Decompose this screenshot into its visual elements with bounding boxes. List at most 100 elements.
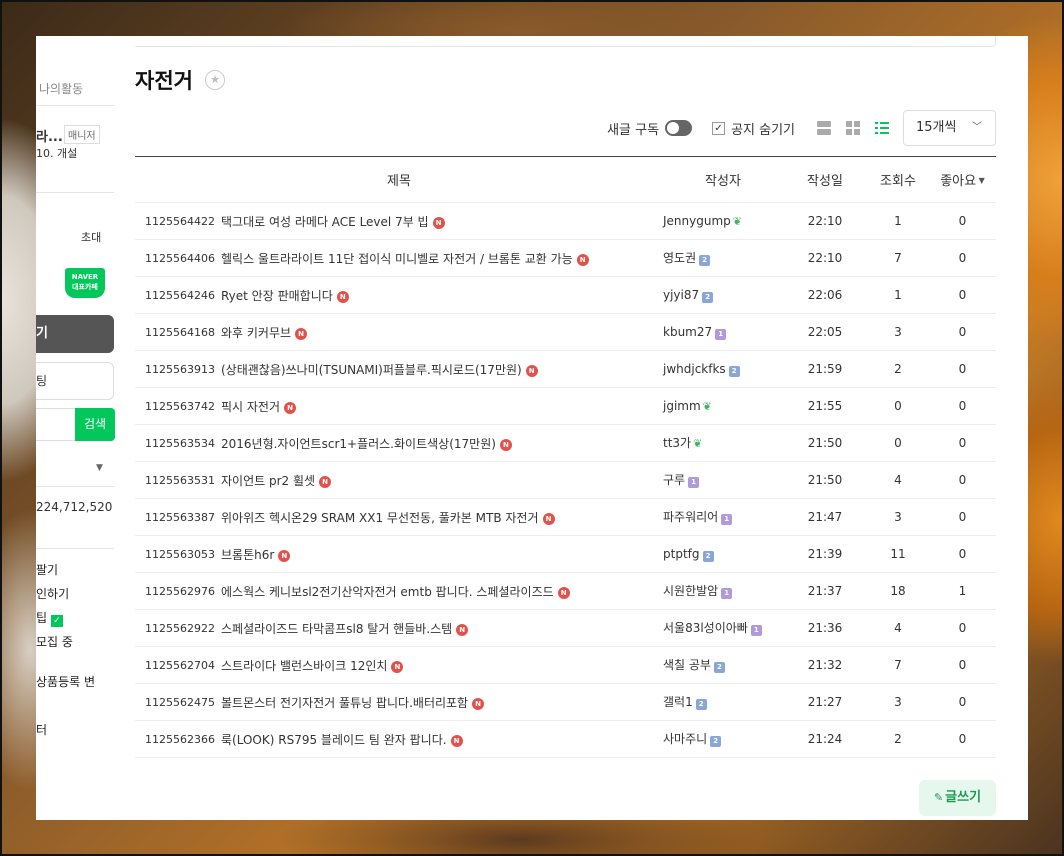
hide-notice-checkbox[interactable]: ✓ xyxy=(712,121,726,135)
post-author[interactable]: jwhdjckfks xyxy=(663,362,726,376)
post-author-cell[interactable]: ptptfg 2 xyxy=(663,535,783,573)
subscribe-toggle[interactable] xyxy=(665,120,693,136)
post-title-cell[interactable]: 와후 키커무브 N xyxy=(217,313,663,351)
post-title[interactable]: (상태괜찮음)쓰나미(TSUNAMI)퍼플블루.픽시로드(17만원) xyxy=(221,363,522,377)
table-row[interactable]: 1125563742 픽시 자전거 Njgimm ❦ 21:55 0 0 xyxy=(135,387,996,425)
cafe-search-input[interactable] xyxy=(36,408,76,441)
chevron-down-icon[interactable]: ▼ xyxy=(96,463,103,473)
table-row[interactable]: 1125562922 스페셜라이즈드 타막콤프sl8 탈거 핸들바.스템 N 서울83… xyxy=(135,609,996,647)
post-title-cell[interactable]: 볼트몬스터 전기자전거 풀튜닝 팝니다.배터리포함 N xyxy=(217,683,663,721)
post-author-cell[interactable]: 갤럭1 2 xyxy=(663,683,783,721)
cafe-chat-button[interactable]: 팅 xyxy=(36,362,114,400)
post-title[interactable]: 볼트몬스터 전기자전거 풀튜닝 팝니다.배터리포함 xyxy=(221,696,468,710)
sidebar-menu-item[interactable]: 상품등록 변 xyxy=(36,673,95,690)
invite-link[interactable]: 초대 xyxy=(81,229,101,245)
list-view-icon[interactable] xyxy=(875,121,889,135)
post-title[interactable]: 에스웍스 케니보sl2전기산악자전거 emtb 팝니다. 스페셜라이즈드 xyxy=(221,585,554,599)
post-author-cell[interactable]: Jennygump ❦ xyxy=(663,202,783,240)
post-author[interactable]: yjyi87 xyxy=(663,288,699,302)
table-row[interactable]: 1125563053 브롬톤h6r Nptptfg 2 21:39 11 0 xyxy=(135,535,996,573)
post-title[interactable]: 스트라이다 밸런스바이크 12인치 xyxy=(221,659,387,673)
post-title-cell[interactable]: 2016년형.자이언트scr1+플러스.화이트색상(17만원) N xyxy=(217,424,663,462)
post-title-cell[interactable]: 택그대로 여성 라메다 ACE Level 7부 빕N xyxy=(217,202,663,240)
post-title[interactable]: 와후 키커무브 xyxy=(221,326,291,340)
post-title-cell[interactable]: 픽시 자전거 N xyxy=(217,387,663,425)
post-author[interactable]: 색칠 공부 xyxy=(663,658,711,672)
sidebar-menu-item[interactable]: 팁 ✓ xyxy=(36,609,63,627)
post-author[interactable]: 파주워리어 xyxy=(663,510,718,524)
post-author[interactable]: kbum27 xyxy=(663,325,712,339)
post-author[interactable]: 사마주니 xyxy=(663,732,707,746)
album-view-icon[interactable] xyxy=(846,121,860,135)
table-row[interactable]: 1125564406 헬릭스 울트라라이트 11단 접이식 미니벨로 자전거 / … xyxy=(135,239,996,277)
sidebar-menu-item[interactable]: 인하기 xyxy=(36,585,69,602)
post-title[interactable]: 자이언트 pr2 휠셋 xyxy=(221,474,315,488)
post-title-cell[interactable]: 자이언트 pr2 휠셋 N xyxy=(217,461,663,499)
table-row[interactable]: 1125563531 자이언트 pr2 휠셋 N 구루 1 21:50 4 0 xyxy=(135,461,996,499)
post-title-cell[interactable]: 스페셜라이즈드 타막콤프sl8 탈거 핸들바.스템 N xyxy=(217,609,663,647)
post-title-cell[interactable]: Ryet 안장 판매합니다 N xyxy=(217,276,663,314)
sidebar-menu-item[interactable]: 터 xyxy=(36,721,47,738)
per-page-select[interactable]: 15개씩 ﹀ xyxy=(903,110,996,146)
table-row[interactable]: 1125563534 2016년형.자이언트scr1+플러스.화이트색상(17만원… xyxy=(135,424,996,462)
post-title[interactable]: 위아위즈 헥시온29 SRAM XX1 무선전동, 풀카본 MTB 자전거 xyxy=(221,511,539,525)
post-author[interactable]: 영도권 xyxy=(663,251,696,265)
post-author-cell[interactable]: 시원한발암 1 xyxy=(663,572,783,610)
table-row[interactable]: 1125564168 와후 키커무브 Nkbum27 1 22:05 3 0 xyxy=(135,313,996,351)
post-title[interactable]: 픽시 자전거 xyxy=(221,400,280,414)
table-row[interactable]: 1125564422 택그대로 여성 라메다 ACE Level 7부 빕 N Jen… xyxy=(135,202,996,240)
sidebar-menu-item[interactable]: 모집 중 xyxy=(36,633,73,650)
post-title-cell[interactable]: 스트라이다 밸런스바이크 12인치 N xyxy=(217,646,663,684)
post-author[interactable]: 서울83l성이아빠 xyxy=(663,621,748,635)
post-title-cell[interactable]: (상태괜찮음)쓰나미(TSUNAMI)퍼플블루.픽시로드(17만원) N xyxy=(217,350,663,388)
cafe-search-button[interactable]: 검색 xyxy=(75,408,115,441)
write-post-button[interactable]: ✎ 글쓰기 xyxy=(919,780,996,816)
post-author-cell[interactable]: 구루 1 xyxy=(663,461,783,499)
star-icon[interactable]: ★ xyxy=(205,70,225,90)
post-author-cell[interactable]: jwhdjckfks 2 xyxy=(663,350,783,388)
post-title[interactable]: 택그대로 여성 라메다 ACE Level 7부 빕 xyxy=(221,215,429,229)
post-title[interactable]: 룩(LOOK) RS795 블레이드 팀 완자 팝니다. xyxy=(221,733,447,747)
post-title[interactable]: 스페셜라이즈드 타막콤프sl8 탈거 핸들바.스템 xyxy=(221,622,452,636)
table-row[interactable]: 1125562475 볼트몬스터 전기자전거 풀튜닝 팝니다.배터리포함 N 갤럭1 2… xyxy=(135,683,996,721)
table-row[interactable]: 1125562366 룩(LOOK) RS795 블레이드 팀 완자 팝니다. N 사… xyxy=(135,720,996,758)
post-title-cell[interactable]: 브롬톤h6r N xyxy=(217,535,663,573)
post-author[interactable]: Jennygump xyxy=(663,214,731,228)
table-row[interactable]: 1125563387 위아위즈 헥시온29 SRAM XX1 무선전동, 풀카본 … xyxy=(135,498,996,536)
table-row[interactable]: 1125563913 (상태괜찮음)쓰나미(TSUNAMI)퍼플블루.픽시로드(1… xyxy=(135,350,996,388)
post-author-cell[interactable]: 색칠 공부 2 xyxy=(663,646,783,684)
post-author[interactable]: 시원한발암 xyxy=(663,584,718,598)
new-post-icon: N xyxy=(319,475,332,488)
post-title-cell[interactable]: 에스웍스 케니보sl2전기산악자전거 emtb 팝니다. 스페셜라이즈드 N xyxy=(217,572,663,610)
post-author[interactable]: 구루 xyxy=(663,473,685,487)
table-row[interactable]: 1125562976 에스웍스 케니보sl2전기산악자전거 emtb 팝니다. 스… xyxy=(135,572,996,610)
post-author-cell[interactable]: jgimm ❦ xyxy=(663,387,783,425)
post-author[interactable]: 갤럭1 xyxy=(663,695,693,709)
post-title[interactable]: Ryet 안장 판매합니다 xyxy=(221,289,333,303)
post-author-cell[interactable]: 서울83l성이아빠 1 xyxy=(663,609,783,647)
post-author-cell[interactable]: 영도권 2 xyxy=(663,239,783,277)
card-view-icon[interactable] xyxy=(817,121,831,135)
post-author-cell[interactable]: yjyi87 2 xyxy=(663,276,783,314)
post-author-cell[interactable]: tt3가 ❦ xyxy=(663,424,783,462)
post-author-cell[interactable]: 사마주니 2 xyxy=(663,720,783,758)
post-author[interactable]: tt3가 xyxy=(663,436,691,450)
post-title-cell[interactable]: 룩(LOOK) RS795 블레이드 팀 완자 팝니다. N xyxy=(217,720,663,758)
cafe-name[interactable]: 라... xyxy=(36,126,63,145)
hide-notice-label[interactable]: 공지 숨기기 xyxy=(731,119,795,138)
table-row[interactable]: 1125564246 Ryet 안장 판매합니다 Nyjyi87 2 22:06 1 0 xyxy=(135,276,996,314)
post-title[interactable]: 브롬톤h6r xyxy=(221,548,274,562)
post-title-cell[interactable]: 위아위즈 헥시온29 SRAM XX1 무선전동, 풀카본 MTB 자전거 N xyxy=(217,498,663,536)
table-row[interactable]: 1125562704 스트라이다 밸런스바이크 12인치 N 색칠 공부 2 21:32 7… xyxy=(135,646,996,684)
cafe-write-button[interactable]: 기 xyxy=(36,315,114,353)
my-activity-tab[interactable]: 나의활동 xyxy=(39,80,83,97)
post-author[interactable]: ptptfg xyxy=(663,547,700,561)
col-likes[interactable]: 좋아요 ▼ xyxy=(929,156,996,203)
post-title[interactable]: 2016년형.자이언트scr1+플러스.화이트색상(17만원) xyxy=(221,437,496,451)
post-title[interactable]: 헬릭스 울트라라이트 11단 접이식 미니벨로 자전거 / 브롬톤 교환 가능 xyxy=(221,252,573,266)
post-author-cell[interactable]: 파주워리어 1 xyxy=(663,498,783,536)
sidebar-menu-item[interactable]: 팔기 xyxy=(36,561,58,578)
post-author[interactable]: jgimm xyxy=(663,399,701,413)
post-title-cell[interactable]: 헬릭스 울트라라이트 11단 접이식 미니벨로 자전거 / 브롬톤 교환 가능 N xyxy=(217,239,663,277)
post-author-cell[interactable]: kbum27 1 xyxy=(663,313,783,351)
